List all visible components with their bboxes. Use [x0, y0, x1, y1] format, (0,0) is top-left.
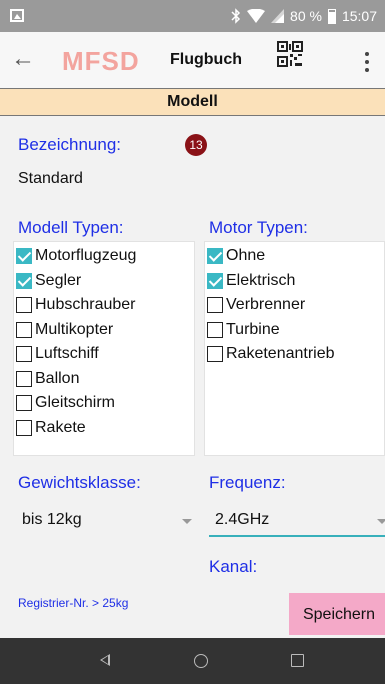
gallery-icon [10, 9, 24, 22]
motor-typ-checkbox-row[interactable]: Verbrenner [207, 293, 305, 317]
modell-typ-checkbox-label: Ballon [35, 369, 80, 387]
status-bar: 80 % 15:07 [0, 0, 385, 32]
modell-typ-checkbox-row[interactable]: Ballon [16, 367, 79, 391]
motor-typ-checkbox-label: Turbine [226, 320, 280, 338]
motor-typ-checkbox-row[interactable]: Raketenantrieb [207, 342, 335, 366]
checkbox-unchecked-icon[interactable] [16, 321, 32, 338]
modell-typ-checkbox-row[interactable]: Segler [16, 269, 81, 293]
motor-typ-checkbox-label: Elektrisch [226, 271, 296, 289]
wifi-icon [247, 9, 266, 23]
nav-back-icon[interactable] [100, 654, 110, 666]
gewichtsklasse-label: Gewichtsklasse: [18, 473, 141, 492]
gewichtsklasse-value: bis 12kg [22, 511, 82, 528]
modell-typen-label: Modell Typen: [18, 218, 124, 237]
checkbox-unchecked-icon[interactable] [207, 297, 223, 313]
modell-typ-checkbox-label: Multikopter [35, 320, 114, 338]
motor-typ-checkbox-label: Verbrenner [226, 296, 306, 313]
motor-typen-label: Motor Typen: [209, 218, 308, 237]
nav-recents-icon[interactable] [291, 654, 304, 667]
bezeichnung-value[interactable]: Standard [18, 170, 83, 188]
status-icons: 80 % 15:07 [231, 0, 377, 32]
checkbox-checked-icon[interactable] [16, 272, 32, 289]
modell-typen-list: Motorflugzeug Segler Hubschrauber Multikopt… [13, 241, 195, 456]
modell-typ-checkbox-label: Gleitschirm [35, 394, 116, 411]
motor-typ-checkbox-row[interactable]: Ohne [207, 244, 265, 268]
checkbox-checked-icon[interactable] [207, 248, 223, 264]
modell-typ-checkbox-row[interactable]: Motorflugzeug [16, 244, 136, 268]
system-navigation-bar [0, 638, 385, 684]
signal-icon [271, 9, 285, 23]
checkbox-unchecked-icon[interactable] [16, 370, 32, 387]
checkbox-checked-icon[interactable] [207, 272, 223, 289]
checkbox-checked-icon[interactable] [16, 248, 32, 264]
gewichtsklasse-select[interactable]: bis 12kg [22, 505, 192, 537]
checkbox-unchecked-icon[interactable] [16, 346, 32, 362]
modell-typ-checkbox-row[interactable]: Luftschiff [16, 342, 99, 366]
frequenz-value: 2.4GHz [215, 511, 270, 528]
app-logo: MFSD [62, 46, 140, 76]
motor-typ-checkbox-label: Raketenantrieb [226, 345, 335, 362]
checkbox-unchecked-icon[interactable] [16, 297, 32, 313]
modell-typ-checkbox-row[interactable]: Gleitschirm [16, 391, 115, 415]
modell-typ-checkbox-row[interactable]: Hubschrauber [16, 293, 136, 317]
save-button[interactable]: Speichern [289, 593, 385, 635]
nav-home-icon[interactable] [194, 654, 208, 668]
focus-underline [209, 535, 385, 537]
page-title: Flugbuch [170, 51, 242, 68]
motor-typ-checkbox-row[interactable]: Elektrisch [207, 269, 295, 293]
checkbox-unchecked-icon[interactable] [207, 346, 223, 362]
modell-typ-checkbox-label: Hubschrauber [35, 296, 136, 313]
motor-typen-list: Ohne Elektrisch Verbrenner Turbine Raketenan… [204, 241, 385, 456]
dropdown-arrow-icon [377, 519, 385, 524]
battery-icon [327, 8, 336, 24]
modell-typ-checkbox-label: Motorflugzeug [35, 247, 137, 264]
back-arrow-icon[interactable]: ← [10, 44, 36, 74]
registrier-link[interactable]: Registrier-Nr. > 25kg [18, 596, 128, 610]
overflow-menu-icon[interactable] [365, 52, 369, 76]
kanal-label: Kanal: [209, 557, 258, 576]
motor-typ-checkbox-row[interactable]: Turbine [207, 318, 280, 342]
dropdown-arrow-icon [182, 519, 192, 524]
modell-typ-checkbox-row[interactable]: Rakete [16, 416, 86, 440]
app-bar: ← MFSD Flugbuch [0, 32, 385, 89]
motor-typ-checkbox-label: Ohne [226, 247, 266, 264]
checkbox-unchecked-icon[interactable] [207, 321, 223, 338]
checkbox-unchecked-icon[interactable] [16, 419, 32, 436]
modell-typ-checkbox-label: Rakete [35, 418, 86, 436]
count-badge: 13 [185, 134, 207, 156]
bluetooth-icon [231, 8, 241, 24]
bezeichnung-label: Bezeichnung: [18, 135, 122, 154]
modell-typ-checkbox-row[interactable]: Multikopter [16, 318, 113, 342]
frequenz-select[interactable]: 2.4GHz [209, 505, 385, 537]
frequenz-label: Frequenz: [209, 473, 286, 492]
clock: 15:07 [341, 8, 377, 24]
battery-percent: 80 % [290, 8, 322, 24]
modell-typ-checkbox-label: Segler [35, 271, 82, 289]
checkbox-unchecked-icon[interactable] [16, 395, 32, 411]
section-header: Modell [0, 88, 385, 116]
qr-code-icon[interactable] [277, 41, 303, 67]
modell-typ-checkbox-label: Luftschiff [35, 345, 99, 362]
